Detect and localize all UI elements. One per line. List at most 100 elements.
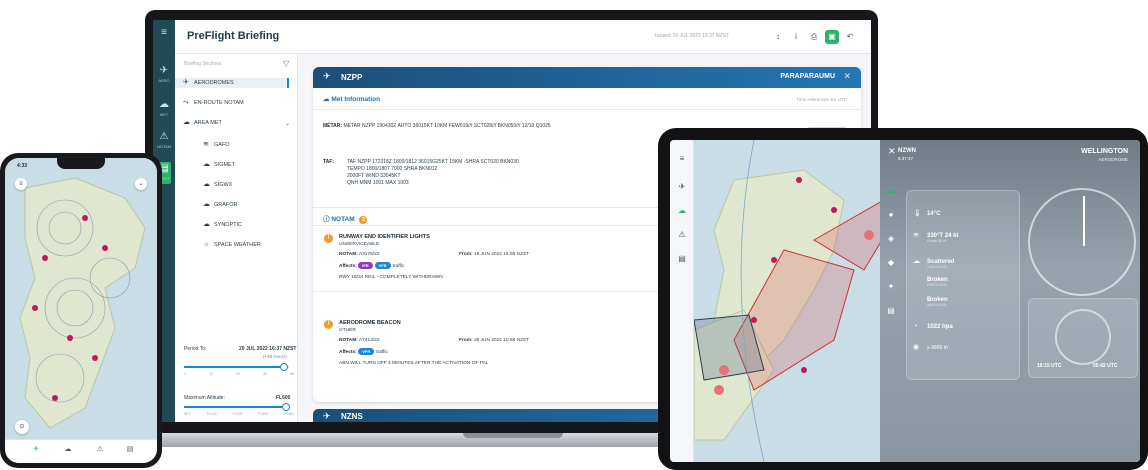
wind-compass [1028, 188, 1136, 296]
rail-item-aero[interactable]: ✈ AERO [157, 64, 171, 86]
panel-tool-column: ☁ ● ◈ ◆ ✦ ▤ [880, 176, 902, 462]
aerodrome-marker[interactable] [719, 365, 729, 375]
tablet-map[interactable] [694, 140, 904, 462]
period-slider[interactable] [184, 363, 289, 371]
locate-icon[interactable]: ⊙ [15, 420, 29, 434]
aerodrome-marker[interactable] [796, 177, 802, 183]
aerodrome-marker[interactable] [771, 257, 777, 263]
product-showcase: ≡ ✈ AERO ☁ MET ⚠ NOTAM ▤ BRIEF PreFlight… [0, 0, 1148, 470]
menu-icon[interactable]: ≡ [157, 26, 171, 48]
weather-icon[interactable]: ☁ [885, 186, 897, 195]
sidebar-item-aerodromes[interactable]: ✈ AERODROMES [175, 78, 289, 88]
cloud-row: Broken 4400 ft AGL [927, 297, 948, 307]
met-summary-card: 🌡 14°C ≋ 330°T 24 kt Gusts 35 kt ☁ Scattere… [906, 190, 1020, 380]
undo-icon[interactable]: ↶ [843, 30, 857, 44]
phone-clock: 4:33 [17, 163, 28, 169]
plane-icon: ✈ [323, 71, 331, 81]
wind-icon: ≋ [913, 232, 919, 239]
rail-item-briefing[interactable]: ▤ [675, 254, 689, 263]
cloud-row: ☁ Scattered 1400 ft AGL [913, 258, 955, 269]
rail-item-notam[interactable]: ⚠ [675, 230, 689, 239]
met-icon: ☁ [678, 206, 686, 215]
menu-icon[interactable]: ≡ [15, 178, 27, 190]
briefing-sidebar: Briefing Sections ▽ ✈ AERODROMES ⤳ EN-ROUT… [175, 54, 298, 422]
rail-item-met[interactable]: ☁ MET [157, 98, 171, 120]
aerodrome-marker[interactable] [751, 317, 757, 323]
tab-notam[interactable]: ⚠ [93, 445, 107, 453]
sidebar-item-enroute-notam[interactable]: ⤳ EN-ROUTE NOTAM [183, 98, 244, 108]
aerodrome-marker[interactable] [831, 207, 837, 213]
aerodrome-marker[interactable] [52, 395, 58, 401]
notam-id-row: NOTAM: A7413/22 [339, 338, 380, 343]
aerodrome-marker[interactable] [864, 230, 874, 240]
aerodrome-marker[interactable] [67, 335, 73, 341]
taf-text: TAF NZPP 172318Z 1800/1812 36015G25KT 15… [347, 159, 519, 186]
rail-item-notam[interactable]: ⚠ NOTAM [157, 130, 171, 152]
notam-icon: ⚠ [678, 230, 686, 239]
sidebar-item-area-met[interactable]: ☁ AREA MET [183, 118, 222, 128]
menu-icon[interactable]: ≡ [675, 154, 689, 163]
briefing-icon: ▤ [678, 254, 686, 263]
close-icon[interactable]: ✕ [843, 71, 851, 82]
notam-section-title[interactable]: ⓘ NOTAM 2 [323, 213, 368, 224]
rail-item-aero[interactable]: ✈ [675, 182, 689, 191]
period-slider-handle[interactable] [279, 363, 288, 371]
chevron-down-icon[interactable]: ⌄ [135, 178, 147, 190]
runway-icon[interactable]: ● [885, 210, 897, 219]
sidebar-subitem-sigwx[interactable]: ☁ SIGWX [203, 180, 232, 190]
aerodrome-marker[interactable] [42, 255, 48, 261]
aerodrome-marker[interactable] [92, 355, 98, 361]
cloud-icon: ☁ [203, 181, 210, 188]
aerodrome-name: PARAPARAUMU [780, 73, 835, 80]
sidebar-subitem-space-weather[interactable]: ☼ SPACE WEATHER [203, 240, 261, 250]
ifr-badge: IFR [358, 262, 373, 269]
document-icon[interactable]: ▤ [885, 306, 897, 315]
sidebar-subitem-grafor[interactable]: ☁ GRAFOR [203, 200, 238, 210]
notam-title: RUNWAY END IDENTIFIER LIGHTS [339, 234, 430, 240]
altitude-slider-handle[interactable] [281, 403, 290, 411]
sun-times-card: 19:15 UTC 05:42 UTC [1028, 298, 1138, 378]
lighting-icon[interactable]: ✦ [885, 282, 897, 291]
aerodrome-marker[interactable] [102, 245, 108, 251]
sidebar-subitem-gafo[interactable]: ≋ GAFO [203, 140, 230, 150]
taf-label: TAF: [323, 159, 335, 165]
info-icon[interactable]: i [789, 30, 803, 44]
sidebar-subitem-synoptic[interactable]: ☁ SYNOPTIC [203, 220, 242, 230]
phone-notch [57, 158, 105, 169]
rail-item-met[interactable]: ☁ [675, 206, 689, 215]
aerodrome-marker[interactable] [32, 305, 38, 311]
expand-icon[interactable]: ↕ [771, 30, 785, 44]
tab-aero[interactable]: ✈ [29, 445, 43, 453]
metar-line: METAR: METAR NZPP 190430Z AUTO 36015KT 1… [323, 123, 551, 129]
warning-icon: ! [324, 320, 333, 329]
tab-briefing[interactable]: ▤ [123, 445, 137, 453]
nav-aid-icon[interactable]: ◈ [885, 234, 897, 243]
altitude-value: FL600 [276, 395, 291, 401]
next-aerodrome-code: NZNS [341, 412, 363, 421]
period-value: 20 JUL 2022 16:37 NZST [239, 346, 297, 352]
chevron-down-icon[interactable]: ⌄ [285, 120, 290, 127]
notam-body: ABN WILL TURN OFF 4 MINUTES AFTER THE AC… [339, 361, 489, 366]
phone-screen: 4:33 ≡ ⌄ ⊙ ✈ ☁ ⚠ ▤ [5, 158, 157, 463]
warning-icon: ! [324, 234, 333, 243]
aerodrome-marker[interactable] [714, 385, 724, 395]
altitude-slider[interactable] [184, 403, 290, 411]
aerodrome-marker[interactable] [82, 215, 88, 221]
aerodrome-marker[interactable] [801, 367, 807, 373]
close-icon[interactable]: ✕ [888, 146, 896, 157]
phone-map[interactable] [5, 158, 157, 463]
filter-icon[interactable]: ▽ [283, 59, 289, 68]
sidebar-subitem-sigmet[interactable]: ☁ SIGMET [203, 160, 235, 170]
tab-met[interactable]: ☁ [61, 445, 75, 453]
diamond-icon[interactable]: ◆ [885, 258, 897, 267]
notam-from-row: From: 19 JUN 2022 16:56 NZST [459, 252, 530, 257]
save-icon[interactable]: ▣ [825, 30, 839, 44]
met-section-title[interactable]: ☁ Met Information [323, 95, 380, 103]
print-icon[interactable]: ⎙ [807, 30, 821, 44]
vfr-badge: VFR [374, 262, 391, 269]
visibility-row: ◉ ≥ 9999 m [913, 344, 948, 351]
wind-icon: ≋ [203, 141, 209, 148]
met-icon: ☁ [159, 99, 169, 110]
notam-icon: ⚠ [159, 131, 169, 142]
pressure-icon: ◔ [913, 323, 918, 330]
